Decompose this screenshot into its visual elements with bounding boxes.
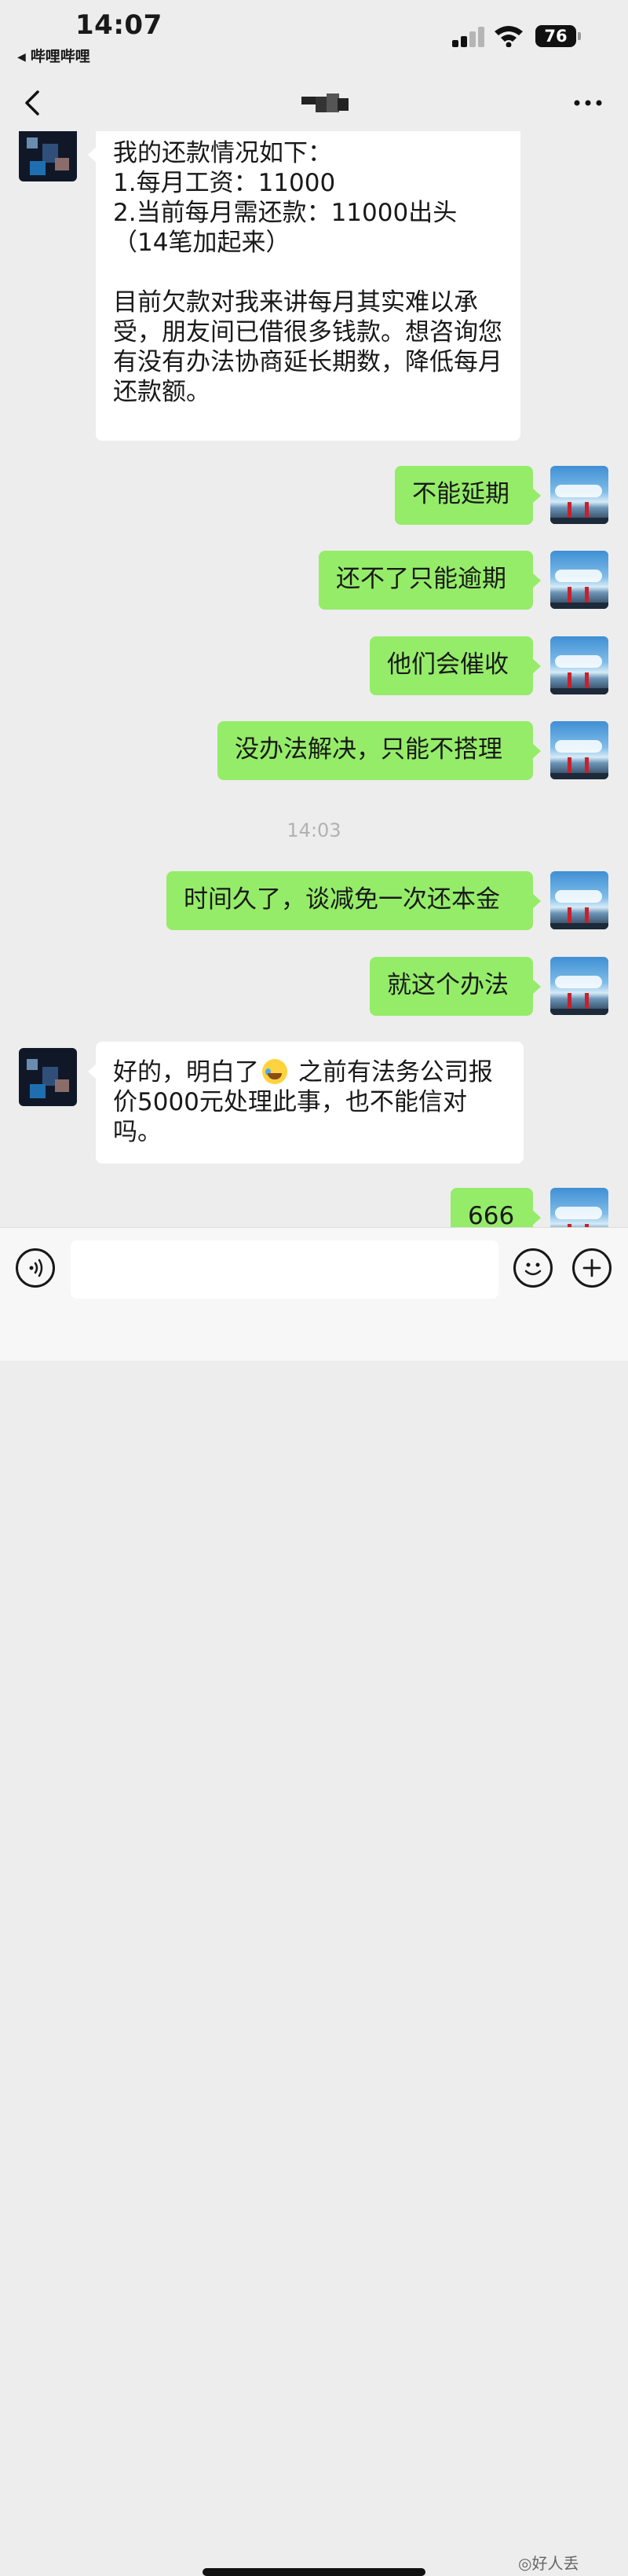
watermark: ◎好人丢: [518, 2554, 579, 2573]
more-options-icon[interactable]: [568, 89, 608, 117]
contact-avatar[interactable]: [19, 131, 77, 181]
nav-bar: [0, 75, 628, 131]
message-bubble-outgoing[interactable]: 时间久了，谈减免一次还本金: [166, 871, 541, 930]
contact-avatar[interactable]: [19, 1048, 77, 1106]
plus-icon: [582, 1259, 601, 1277]
user-avatar[interactable]: [550, 721, 608, 779]
input-bar: ◎好人丢: [0, 1227, 628, 2576]
message-input[interactable]: [71, 1240, 498, 1299]
chat-timestamp: 14:03: [287, 819, 341, 841]
user-avatar[interactable]: [550, 957, 608, 1015]
message-bubble-outgoing[interactable]: 就这个办法: [370, 957, 541, 1016]
emoji-button[interactable]: [513, 1248, 553, 1288]
battery-indicator: 76: [535, 25, 576, 47]
voice-icon: [29, 1259, 43, 1277]
smiley-icon: [524, 1262, 542, 1276]
message-bubble-outgoing[interactable]: 还不了只能逾期: [319, 551, 541, 610]
crying-laughing-emoji-icon: [262, 1059, 287, 1084]
message-bubble-outgoing[interactable]: 他们会催收: [370, 636, 541, 695]
message-bubble-outgoing[interactable]: 666: [451, 1188, 541, 1227]
status-time: 14:07: [75, 9, 162, 41]
back-to-app-link[interactable]: ◀ 哔哩哔哩: [17, 45, 90, 66]
user-avatar[interactable]: [550, 551, 608, 609]
contact-name-redacted: [301, 93, 353, 114]
status-bar: 14:07 ◀ 哔哩哔哩 76: [0, 0, 628, 75]
user-avatar[interactable]: [550, 1188, 608, 1227]
voice-input-button[interactable]: [16, 1248, 55, 1288]
message-bubble-outgoing[interactable]: 没办法解决，只能不搭理: [217, 721, 541, 780]
home-indicator: [203, 2568, 425, 2576]
battery-cap-icon: [578, 32, 581, 40]
more-functions-button[interactable]: [572, 1248, 612, 1288]
wifi-icon: [495, 26, 523, 47]
back-chevron-icon[interactable]: [17, 86, 52, 120]
chat-history[interactable]: 我的还款情况如下： 1.每月工资：11000 2.当前每月需还款：11000出头…: [0, 131, 628, 1227]
back-to-app-label: 哔哩哔哩: [30, 48, 90, 65]
user-avatar[interactable]: [550, 636, 608, 694]
back-triangle-icon: ◀: [17, 51, 26, 64]
user-avatar[interactable]: [550, 871, 608, 929]
message-bubble-incoming[interactable]: 好的，明白了 之前有法务公司报价5000元处理此事，也不能信对吗。: [88, 1042, 524, 1163]
message-text: 好的，明白了: [113, 1058, 259, 1086]
cellular-signal-icon: [452, 27, 487, 47]
message-bubble-incoming[interactable]: 我的还款情况如下： 1.每月工资：11000 2.当前每月需还款：11000出头…: [88, 131, 520, 441]
user-avatar[interactable]: [550, 466, 608, 524]
message-bubble-outgoing[interactable]: 不能延期: [395, 466, 541, 525]
